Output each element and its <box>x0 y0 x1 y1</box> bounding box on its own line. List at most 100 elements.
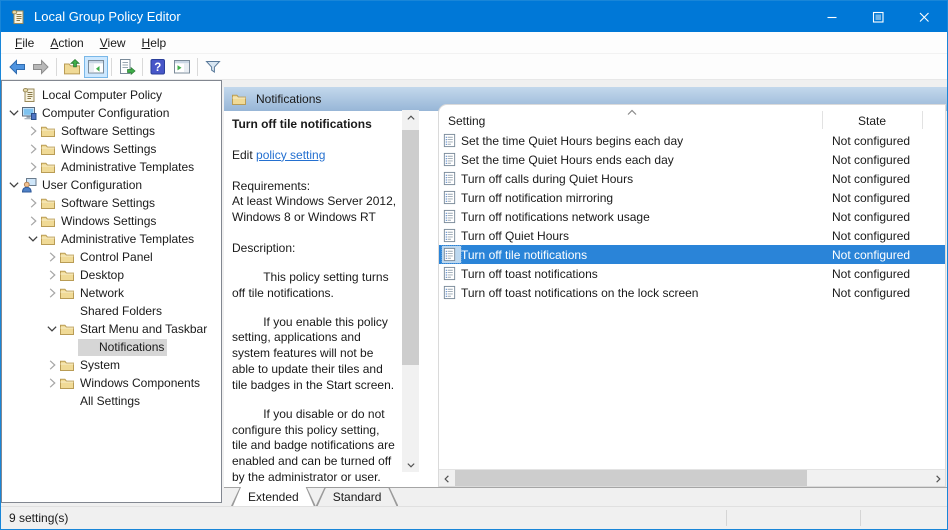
folder-icon <box>59 321 76 337</box>
chevron-down-icon[interactable] <box>6 105 21 121</box>
list-item[interactable]: Set the time Quiet Hours begins each day… <box>439 131 945 150</box>
chevron-right-icon[interactable] <box>25 195 40 211</box>
tab-extended[interactable]: Extended <box>231 487 316 506</box>
menu-action[interactable]: Action <box>42 34 91 52</box>
status-bar: 9 setting(s) <box>1 506 947 529</box>
policy-setting-icon <box>442 151 461 168</box>
export-list-button[interactable] <box>115 56 139 78</box>
description-paragraph: If you disable or do not configure this … <box>232 406 395 485</box>
scroll-right-arrow[interactable] <box>930 470 945 486</box>
column-header-state[interactable]: State <box>822 114 922 128</box>
chevron-right-icon[interactable] <box>25 141 40 157</box>
close-icon <box>919 11 930 22</box>
tree-item-windows-components[interactable]: Windows Components <box>2 374 221 392</box>
list-item-selected[interactable]: Turn off tile notifications Not configure… <box>439 245 945 264</box>
chevron-right-icon[interactable] <box>44 249 59 265</box>
toolbar-separator <box>111 57 112 76</box>
menu-view[interactable]: View <box>92 34 134 52</box>
maximize-button[interactable] <box>855 1 901 32</box>
tree-item-all-settings[interactable]: All Settings <box>2 392 221 410</box>
forward-arrow-icon <box>33 59 49 74</box>
chevron-down-icon[interactable] <box>6 177 21 193</box>
list-horizontal-scrollbar[interactable] <box>439 469 945 486</box>
filter-button[interactable] <box>201 56 225 78</box>
scroll-icon <box>21 87 38 103</box>
minimize-button[interactable] <box>809 1 855 32</box>
policy-setting-icon <box>442 208 461 225</box>
tree-item-user-administrative-templates[interactable]: Administrative Templates <box>2 230 221 248</box>
up-one-level-button[interactable] <box>60 56 84 78</box>
detail-vertical-scrollbar[interactable] <box>402 110 419 472</box>
filter-icon <box>206 60 220 72</box>
description-paragraph: If you enable this policy setting, appli… <box>232 314 395 392</box>
menu-file[interactable]: File <box>7 34 42 52</box>
list-item[interactable]: Set the time Quiet Hours ends each day No… <box>439 150 945 169</box>
tree-item-desktop[interactable]: Desktop <box>2 266 221 284</box>
chevron-right-icon[interactable] <box>44 375 59 391</box>
tree-item-administrative-templates[interactable]: Administrative Templates <box>2 158 221 176</box>
chevron-down-icon[interactable] <box>25 231 40 247</box>
show-console-tree-button[interactable] <box>84 55 108 78</box>
back-button[interactable] <box>5 56 29 78</box>
chevron-down-icon[interactable] <box>44 321 59 337</box>
scroll-down-arrow[interactable] <box>402 457 419 472</box>
help-button[interactable] <box>146 56 170 78</box>
folder-icon <box>59 249 76 265</box>
folder-icon <box>59 375 76 391</box>
tree-item-software-settings[interactable]: Software Settings <box>2 122 221 140</box>
policy-setting-icon <box>442 132 461 149</box>
description-paragraph: This policy setting turns off tile notif… <box>232 269 389 300</box>
list-item[interactable]: Turn off calls during Quiet Hours Not con… <box>439 169 945 188</box>
scroll-left-arrow[interactable] <box>439 470 454 486</box>
chevron-right-icon[interactable] <box>25 213 40 229</box>
tree-item-shared-folders[interactable]: Shared Folders <box>2 302 221 320</box>
list-item[interactable]: Turn off toast notifications on the lock… <box>439 283 945 302</box>
tree-item-local-computer-policy[interactable]: Local Computer Policy <box>2 86 221 104</box>
edit-policy-setting-link[interactable]: policy setting <box>256 148 325 162</box>
list-item[interactable]: Turn off notification mirroring Not confi… <box>439 188 945 207</box>
app-scroll-icon[interactable] <box>10 9 26 25</box>
tree-item-user-software-settings[interactable]: Software Settings <box>2 194 221 212</box>
toolbar <box>1 54 947 80</box>
column-header-setting[interactable]: Setting <box>448 114 485 128</box>
close-button[interactable] <box>901 1 947 32</box>
chevron-right-icon[interactable] <box>44 285 59 301</box>
chevron-right-icon[interactable] <box>44 357 59 373</box>
policy-title: Turn off tile notifications <box>232 117 372 131</box>
user-icon <box>21 177 38 193</box>
tree-item-start-menu-and-taskbar[interactable]: Start Menu and Taskbar <box>2 320 221 338</box>
maximize-icon <box>872 11 884 23</box>
scroll-up-arrow[interactable] <box>402 110 419 125</box>
requirements-label: Requirements: <box>232 178 311 193</box>
tab-standard[interactable]: Standard <box>316 487 399 506</box>
window-title: Local Group Policy Editor <box>34 9 181 24</box>
menu-help[interactable]: Help <box>134 34 175 52</box>
tree-item-system[interactable]: System <box>2 356 221 374</box>
tree-item-computer-configuration[interactable]: Computer Configuration <box>2 104 221 122</box>
list-item[interactable]: Turn off Quiet Hours Not configured <box>439 226 945 245</box>
show-action-pane-button[interactable] <box>170 56 194 78</box>
content-area: Local Computer Policy Computer Configura… <box>1 80 947 506</box>
toolbar-separator <box>56 57 57 76</box>
folder-icon <box>40 231 57 247</box>
list-item[interactable]: Turn off toast notifications Not configur… <box>439 264 945 283</box>
description-label: Description: <box>232 241 296 256</box>
chevron-right-icon[interactable] <box>44 267 59 283</box>
chevron-right-icon[interactable] <box>25 159 40 175</box>
list-item[interactable]: Turn off notifications network usage Not … <box>439 207 945 226</box>
help-icon <box>150 58 165 74</box>
scrollbar-thumb[interactable] <box>402 130 419 365</box>
tree-item-windows-settings[interactable]: Windows Settings <box>2 140 221 158</box>
tree-item-user-configuration[interactable]: User Configuration <box>2 176 221 194</box>
forward-button[interactable] <box>29 56 53 78</box>
tree-item-control-panel[interactable]: Control Panel <box>2 248 221 266</box>
computer-icon <box>21 105 38 121</box>
scrollbar-thumb[interactable] <box>455 470 807 486</box>
back-arrow-icon <box>9 59 25 74</box>
tree-item-network[interactable]: Network <box>2 284 221 302</box>
policy-setting-icon <box>442 265 461 282</box>
tree-item-notifications[interactable]: Notifications <box>2 338 221 356</box>
chevron-right-icon[interactable] <box>25 123 40 139</box>
tree-item-user-windows-settings[interactable]: Windows Settings <box>2 212 221 230</box>
requirements-text: At least Windows Server 2012, Windows 8 … <box>232 194 397 225</box>
